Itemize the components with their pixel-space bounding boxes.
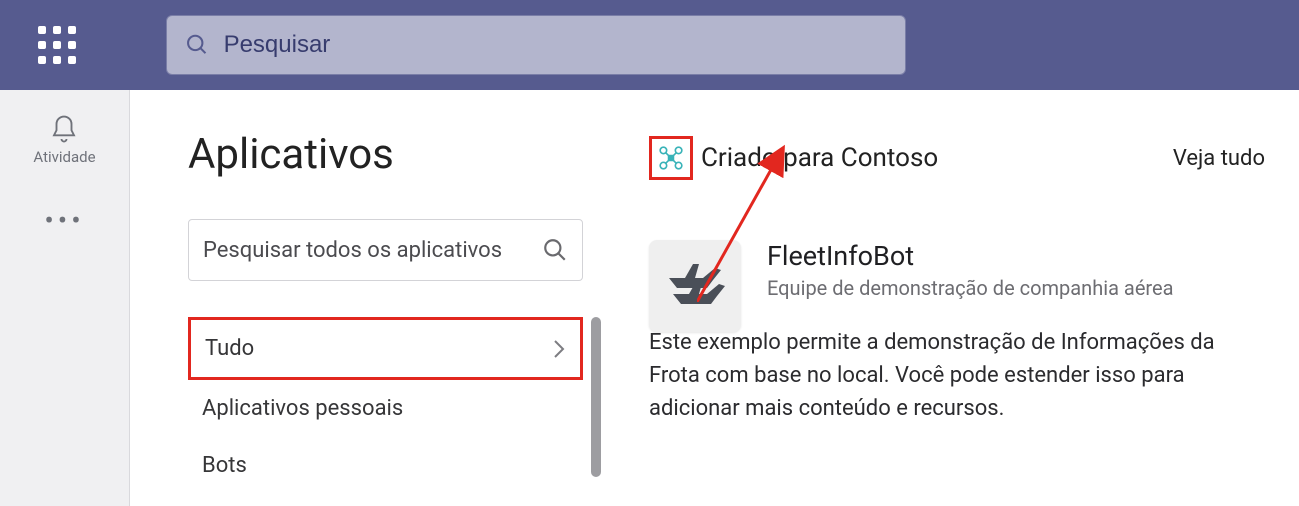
top-bar [0,0,1299,90]
chevron-right-icon [552,337,566,361]
category-personal[interactable]: Aplicativos pessoais [188,380,583,437]
category-bots-label: Bots [202,453,247,478]
category-personal-label: Aplicativos pessoais [202,396,403,421]
rail-activity[interactable]: Atividade [33,114,95,166]
global-search-input[interactable] [224,31,887,59]
category-list: Tudo Aplicativos pessoais Bots [188,317,583,494]
category-all[interactable]: Tudo [188,317,583,380]
category-all-label: Tudo [205,336,254,361]
org-icon-highlight [649,136,693,180]
section-title: Criado para Contoso [701,143,1173,173]
app-info: FleetInfoBot Equipe de demonstração de c… [767,240,1269,425]
airplane-icon [663,254,727,318]
search-icon [542,237,568,263]
app-card[interactable]: FleetInfoBot Equipe de demonstração de c… [649,240,1269,425]
section-header: Criado para Contoso Veja tudo [649,136,1269,180]
app-subtitle: Equipe de demonstração de companhia aére… [767,276,1269,300]
category-scrollbar[interactable] [591,317,601,477]
category-bots[interactable]: Bots [188,437,583,494]
page-title: Aplicativos [188,130,583,179]
see-all-link[interactable]: Veja tudo [1173,146,1269,171]
search-icon [185,32,210,58]
apps-search-placeholder: Pesquisar todos os aplicativos [203,238,502,263]
org-drone-icon [658,145,684,171]
global-search[interactable] [166,15,906,75]
left-rail: Atividade ••• [0,90,130,506]
app-launcher-icon[interactable] [38,26,76,64]
rail-activity-label: Atividade [33,148,95,166]
app-name: FleetInfoBot [767,240,1269,272]
apps-search[interactable]: Pesquisar todos os aplicativos [188,219,583,281]
app-tile [649,240,741,332]
main-content: Aplicativos Pesquisar todos os aplicativ… [130,90,1299,506]
app-description: Este exemplo permite a demonstração de I… [649,326,1219,425]
rail-more[interactable]: ••• [44,204,84,237]
bell-icon [49,114,79,144]
